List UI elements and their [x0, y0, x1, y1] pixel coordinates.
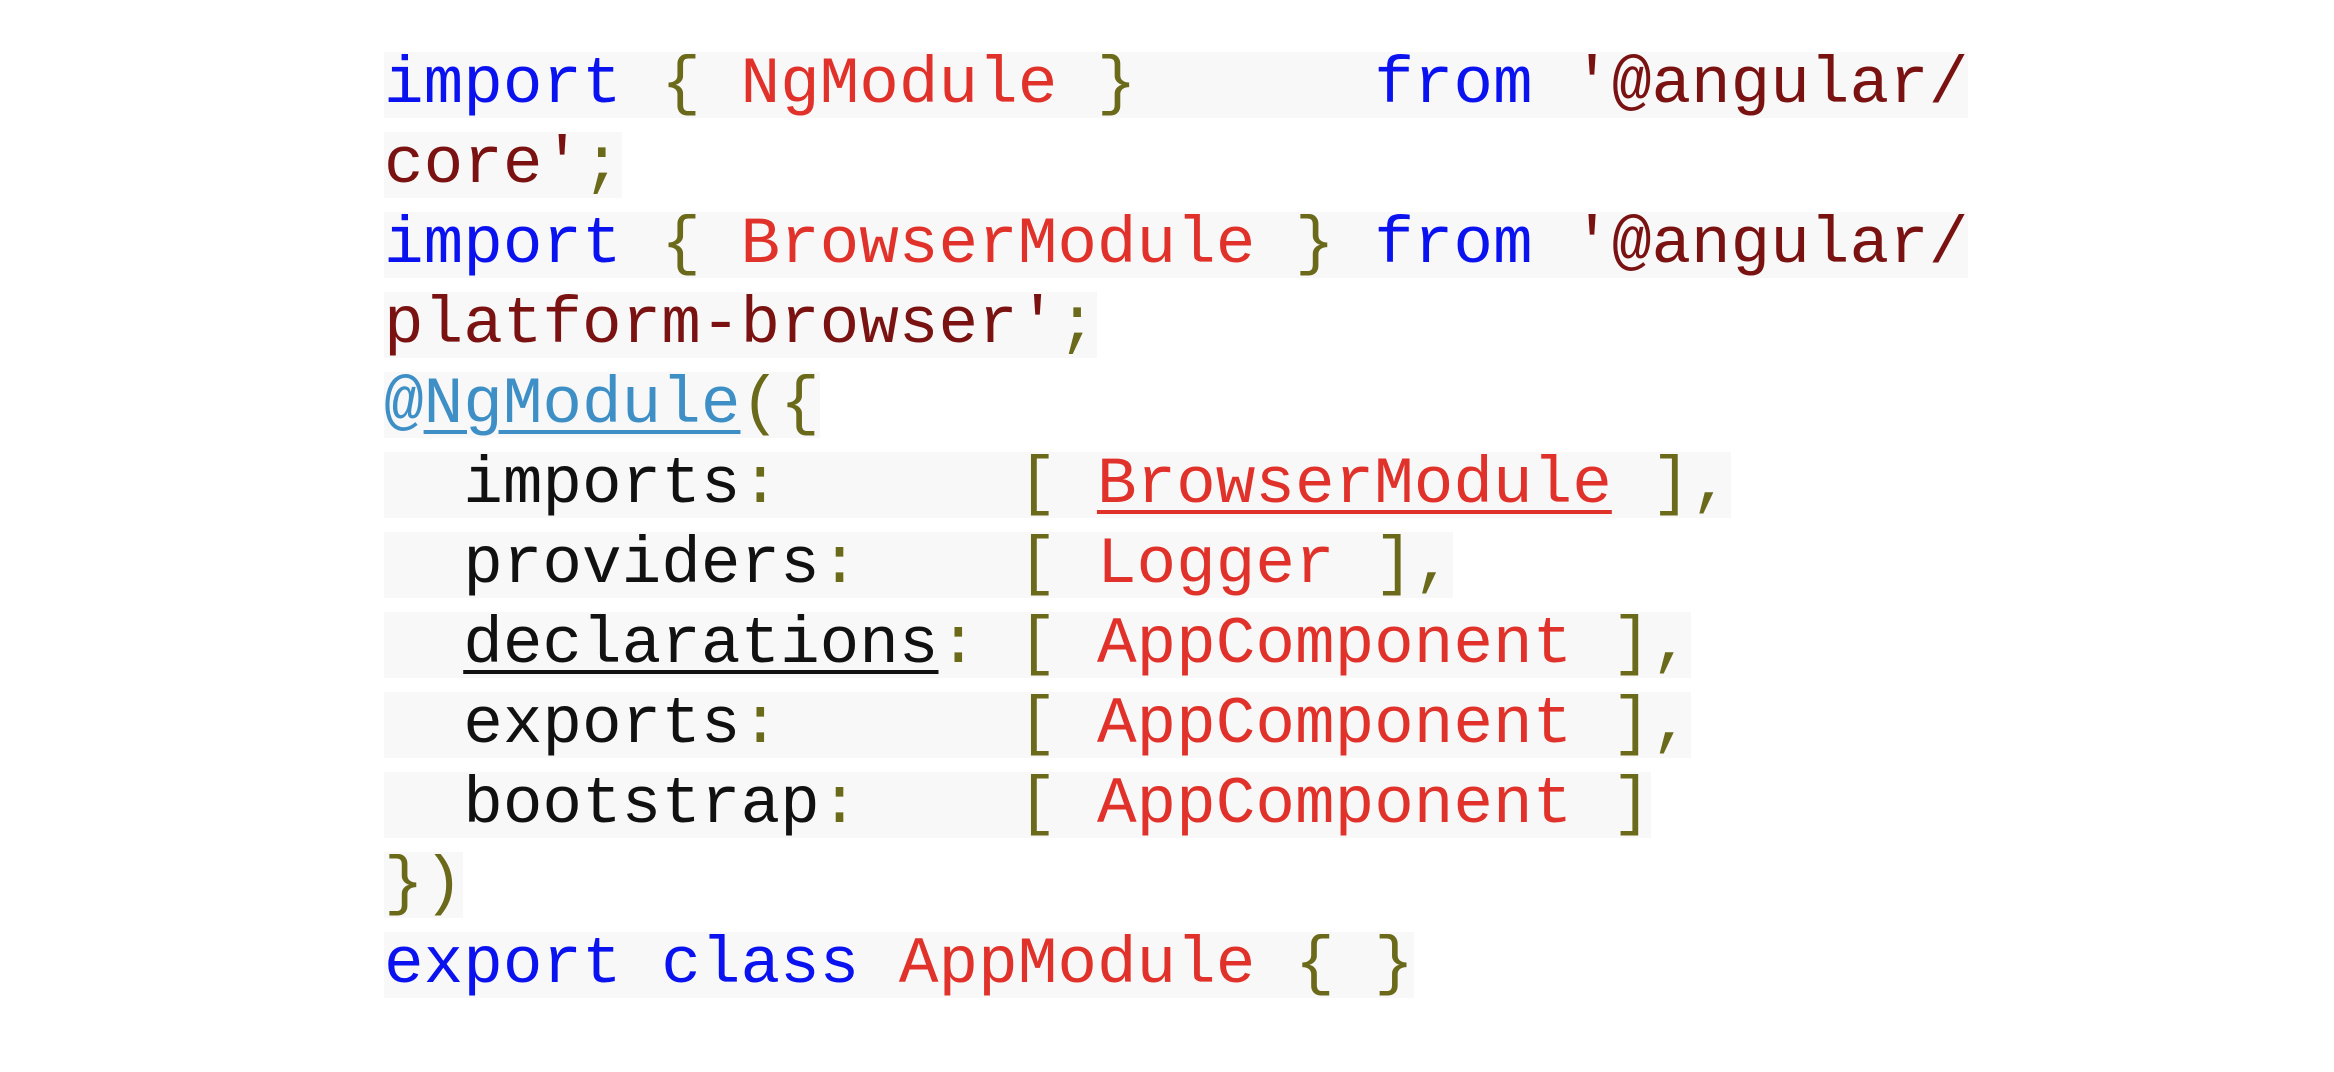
line-highlight: exports: [ AppComponent ], [384, 692, 1692, 758]
identifier-appcomponent: AppComponent [1096, 607, 1573, 682]
code-line-2: core'; [384, 126, 1984, 206]
code-line-10: bootstrap: [ AppComponent ] [384, 766, 1984, 846]
brace-open: { [621, 47, 741, 122]
string-module-path: core' [384, 127, 583, 202]
colon: : [740, 687, 781, 762]
code-line-5: @NgModule({ [384, 366, 1984, 446]
code-line-6: imports: [ BrowserModule ], [384, 446, 1984, 526]
decorator-link-ngmodule[interactable]: NgModule [424, 367, 741, 442]
keyword-import: import [384, 207, 622, 282]
brace-open: { [621, 207, 741, 282]
empty-braces: { } [1255, 927, 1414, 1002]
colon: : [740, 447, 781, 522]
line-highlight: bootstrap: [ AppComponent ] [384, 772, 1652, 838]
paren-brace-open: ({ [740, 367, 820, 442]
identifier-appcomponent: AppComponent [1096, 767, 1573, 842]
string-module-path: platform-browser' [384, 287, 1058, 362]
line-highlight: platform-browser'; [384, 292, 1097, 358]
string-module-path: '@angular/ [1572, 207, 1969, 282]
brace-close: } [1057, 47, 1137, 122]
semicolon: ; [1057, 287, 1097, 362]
identifier-appmodule: AppModule [898, 927, 1256, 1002]
brace-close: } [1255, 207, 1375, 282]
code-line-8: declarations: [ AppComponent ], [384, 606, 1984, 686]
bracket-open: [ [1017, 447, 1097, 522]
line-highlight: declarations: [ AppComponent ], [384, 612, 1692, 678]
code-line-1: import { NgModule } from '@angular/ [384, 46, 1984, 126]
identifier-ngmodule: NgModule [740, 47, 1058, 122]
bracket-open: [ [1017, 527, 1097, 602]
colon: : [938, 607, 979, 682]
string-module-path: '@angular/ [1572, 47, 1969, 122]
bracket-open: [ [1017, 687, 1097, 762]
identifier-appcomponent: AppComponent [1096, 687, 1573, 762]
decorator-at: @ [384, 367, 424, 442]
line-highlight: imports: [ BrowserModule ], [384, 452, 1731, 518]
line-highlight: import { NgModule } from '@angular/ [384, 52, 1969, 118]
line-highlight: @NgModule({ [384, 372, 820, 438]
bracket-close: ], [1611, 447, 1731, 522]
code-block: import { NgModule } from '@angular/ core… [384, 46, 1984, 1006]
link-browsermodule[interactable]: BrowserModule [1097, 447, 1612, 522]
property-exports: exports [463, 687, 741, 762]
keyword-from: from [1374, 47, 1533, 122]
line-highlight: providers: [ Logger ], [384, 532, 1454, 598]
code-line-7: providers: [ Logger ], [384, 526, 1984, 606]
bracket-close: ] [1572, 767, 1652, 842]
line-highlight: core'; [384, 132, 622, 198]
brace-paren-close: }) [384, 847, 464, 922]
line-highlight: import { BrowserModule } from '@angular/ [384, 212, 1969, 278]
keyword-class: class [661, 927, 860, 1002]
bracket-close: ], [1572, 687, 1692, 762]
link-declarations[interactable]: declarations [463, 607, 938, 682]
keyword-from: from [1374, 207, 1533, 282]
identifier-browsermodule: BrowserModule [740, 207, 1256, 282]
code-line-9: exports: [ AppComponent ], [384, 686, 1984, 766]
code-line-3: import { BrowserModule } from '@angular/ [384, 206, 1984, 286]
bracket-open: [ [1017, 767, 1097, 842]
code-line-4: platform-browser'; [384, 286, 1984, 366]
bracket-close: ], [1572, 607, 1692, 682]
colon: : [819, 527, 860, 602]
line-highlight: export class AppModule { } [384, 932, 1414, 998]
semicolon: ; [582, 127, 622, 202]
keyword-export: export [384, 927, 622, 1002]
keyword-import: import [384, 47, 622, 122]
bracket-open: [ [1017, 607, 1097, 682]
colon: : [819, 767, 860, 842]
code-line-11: }) [384, 846, 1984, 926]
code-line-12: export class AppModule { } [384, 926, 1984, 1006]
property-bootstrap: bootstrap [463, 767, 820, 842]
identifier-logger: Logger [1096, 527, 1335, 602]
property-providers: providers [463, 527, 820, 602]
property-imports: imports [463, 447, 741, 522]
line-highlight: }) [384, 852, 464, 918]
bracket-close: ], [1334, 527, 1454, 602]
